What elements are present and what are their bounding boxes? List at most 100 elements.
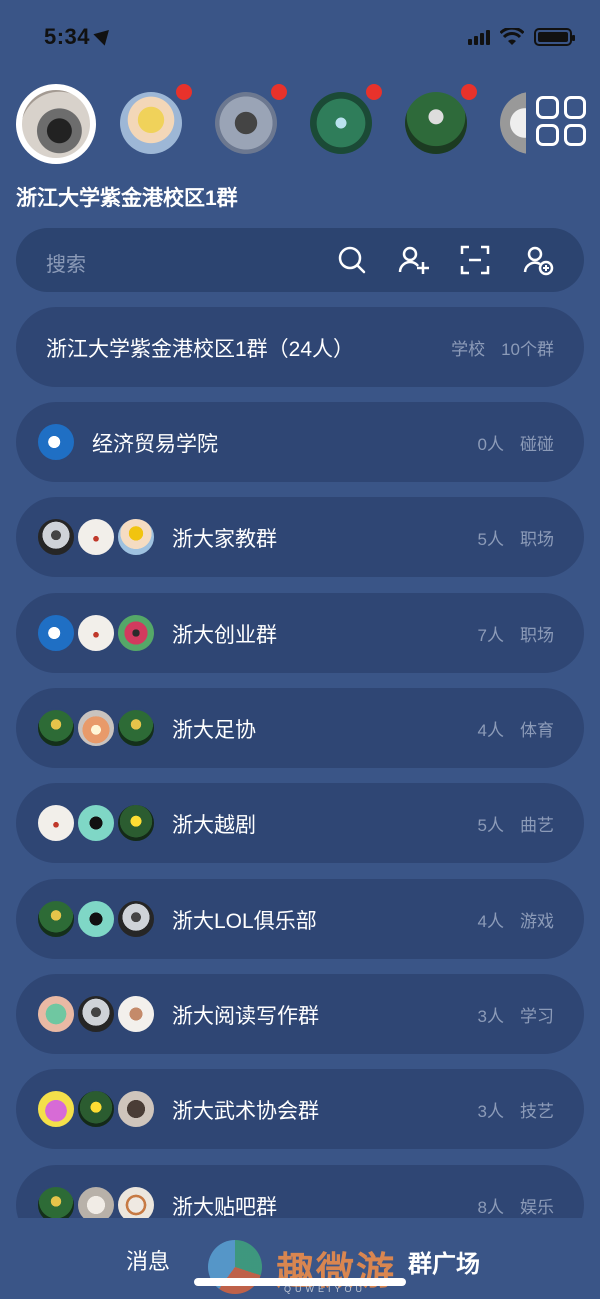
member-avatar [116,517,156,557]
current-group-title: 浙江大学紫金港校区1群 [16,187,238,210]
current-group-meta: 学校 10个群 [451,335,554,360]
group-name: 浙大阅读写作群 [172,1005,319,1028]
group-row-reading-writing[interactable]: 浙大阅读写作群 3人 学习 [16,974,584,1054]
group-members: 4人 [477,721,504,740]
unread-badge [271,84,287,100]
group-meta: 4人 体育 [478,716,554,741]
member-avatar [36,517,76,557]
group-members: 4人 [477,912,504,931]
group-row-economics[interactable]: 经济贸易学院 0人 碰碰 [16,402,584,482]
current-group-row[interactable]: 浙江大学紫金港校区1群（24人） 学校 10个群 [16,307,584,387]
unread-badge [366,84,382,100]
member-avatar [76,708,116,748]
group-avatar[interactable] [120,92,182,154]
tab-group-square[interactable]: 群广场 [408,1244,480,1279]
member-avatar [36,613,76,653]
member-avatar [36,1089,76,1129]
group-meta: 4人 游戏 [478,907,554,932]
member-avatar [76,517,116,557]
group-name: 浙大家教群 [172,528,277,551]
current-group-category: 学校 [451,340,486,359]
group-meta: 8人 娱乐 [478,1193,554,1218]
group-avatar[interactable] [500,92,526,154]
search-icon[interactable] [336,244,368,276]
status-time: 5:34 [44,24,115,50]
group-avatar[interactable] [405,92,467,154]
group-tag: 体育 [520,721,554,740]
group-tag: 碰碰 [520,435,554,454]
current-group-name: 浙江大学紫金港校区1群（24人） [46,338,355,361]
group-meta: 5人 曲艺 [478,811,554,836]
scan-icon[interactable] [459,244,491,276]
group-name: 浙大越剧 [172,814,256,837]
member-avatar [116,1089,156,1129]
group-members: 5人 [477,816,504,835]
group-meta: 3人 技艺 [478,1097,554,1122]
member-avatar [76,899,116,939]
group-meta: 5人 职场 [478,525,554,550]
member-avatar [36,803,76,843]
group-members: 5人 [477,530,504,549]
member-avatar [36,708,76,748]
group-row-martial-arts[interactable]: 浙大武术协会群 3人 技艺 [16,1069,584,1149]
member-avatar [116,708,156,748]
member-avatar [116,613,156,653]
group-name: 经济贸易学院 [92,433,218,456]
group-name: 浙大贴吧群 [172,1196,277,1219]
group-tag: 曲艺 [520,816,554,835]
add-friend-icon[interactable] [398,244,430,276]
status-bar: 5:34 [0,0,600,70]
current-group-count: 10个群 [501,340,554,359]
cellular-signal-icon [468,29,490,45]
group-members: 0人 [477,435,504,454]
group-row-startup[interactable]: 浙大创业群 7人 职场 [16,593,584,673]
group-tag: 职场 [520,530,554,549]
member-avatar [76,613,116,653]
group-meta: 0人 碰碰 [478,430,554,455]
group-tag: 职场 [520,626,554,645]
group-avatar[interactable] [310,92,372,154]
member-avatar [36,422,76,462]
group-members: 3人 [477,1102,504,1121]
group-row-yue-opera[interactable]: 浙大越剧 5人 曲艺 [16,783,584,863]
search-input[interactable]: 搜索 [46,248,86,277]
current-group-avatar[interactable] [16,84,96,164]
group-tag: 娱乐 [520,1198,554,1217]
member-avatar [116,899,156,939]
apps-grid-icon[interactable] [536,96,586,146]
status-icons [468,28,575,46]
tab-messages[interactable]: 消息 [126,1244,170,1276]
wifi-icon [500,28,524,45]
group-meta: 3人 学习 [478,1002,554,1027]
group-row-tutoring[interactable]: 浙大家教群 5人 职场 [16,497,584,577]
group-name: 浙大武术协会群 [172,1100,319,1123]
group-avatar[interactable] [215,92,277,154]
group-members: 8人 [477,1198,504,1217]
location-arrow-icon [93,24,115,46]
group-row-lol-club[interactable]: 浙大LOL俱乐部 4人 游戏 [16,879,584,959]
group-row-football[interactable]: 浙大足协 4人 体育 [16,688,584,768]
status-time-text: 5:34 [44,24,91,49]
member-avatar [36,994,76,1034]
group-members: 7人 [477,626,504,645]
group-tag: 游戏 [520,912,554,931]
member-avatar [36,899,76,939]
member-avatar [76,803,116,843]
home-indicator[interactable] [194,1278,406,1286]
create-group-icon[interactable] [522,244,554,276]
unread-badge [461,84,477,100]
group-name: 浙大足协 [172,719,256,742]
member-avatar [76,1089,116,1129]
unread-badge [176,84,192,100]
member-avatar [116,803,156,843]
group-meta: 7人 职场 [478,621,554,646]
battery-icon [534,28,575,46]
member-avatar [76,994,116,1034]
member-avatar [116,994,156,1034]
group-name: 浙大创业群 [172,624,277,647]
group-tag: 学习 [520,1007,554,1026]
group-members: 3人 [477,1007,504,1026]
group-avatar-row[interactable] [16,84,526,164]
group-name: 浙大LOL俱乐部 [172,910,317,933]
search-bar[interactable]: 搜索 [16,228,584,292]
